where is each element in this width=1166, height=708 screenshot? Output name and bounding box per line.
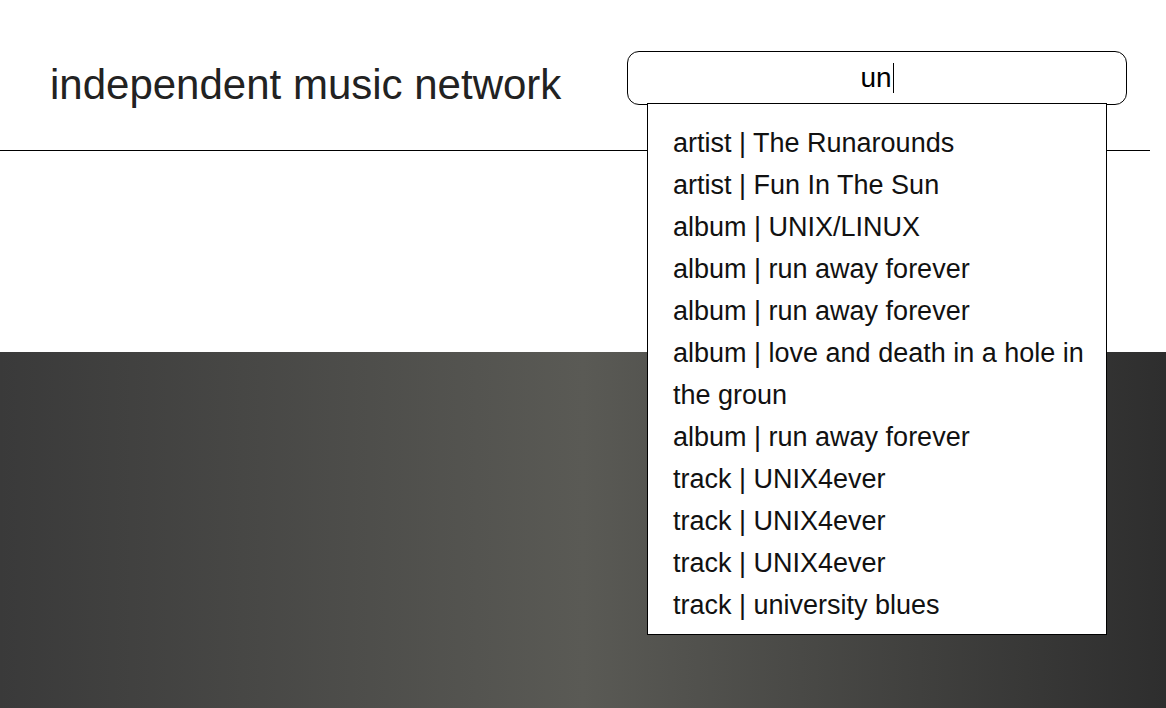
- suggestion-item[interactable]: album | love and death in a hole in the …: [673, 332, 1086, 416]
- search-field[interactable]: un: [627, 51, 1127, 105]
- text-caret: [893, 63, 894, 93]
- suggestion-item[interactable]: track | university blues: [673, 584, 1086, 626]
- suggestion-dropdown: artist | The Runaroundsartist | Fun In T…: [647, 103, 1107, 635]
- suggestion-item[interactable]: artist | The Runarounds: [673, 122, 1086, 164]
- site-title[interactable]: independent music network: [50, 64, 561, 106]
- suggestion-item[interactable]: track | UNIX4ever: [673, 500, 1086, 542]
- header: independent music network unartist | The …: [0, 0, 1150, 151]
- search-wrapper: unartist | The Runaroundsartist | Fun In…: [627, 51, 1127, 105]
- search-value: un: [860, 57, 891, 99]
- suggestion-item[interactable]: album | UNIX/LINUX: [673, 206, 1086, 248]
- suggestion-item[interactable]: album | run away forever: [673, 416, 1086, 458]
- suggestion-item[interactable]: track | UNIX4ever: [673, 458, 1086, 500]
- page: independent music networkunartist | The …: [0, 0, 1166, 708]
- suggestion-item[interactable]: artist | Fun In The Sun: [673, 164, 1086, 206]
- suggestion-item[interactable]: album | run away forever: [673, 248, 1086, 290]
- suggestion-item[interactable]: album | run away forever: [673, 290, 1086, 332]
- suggestion-item[interactable]: track | UNIX4ever: [673, 542, 1086, 584]
